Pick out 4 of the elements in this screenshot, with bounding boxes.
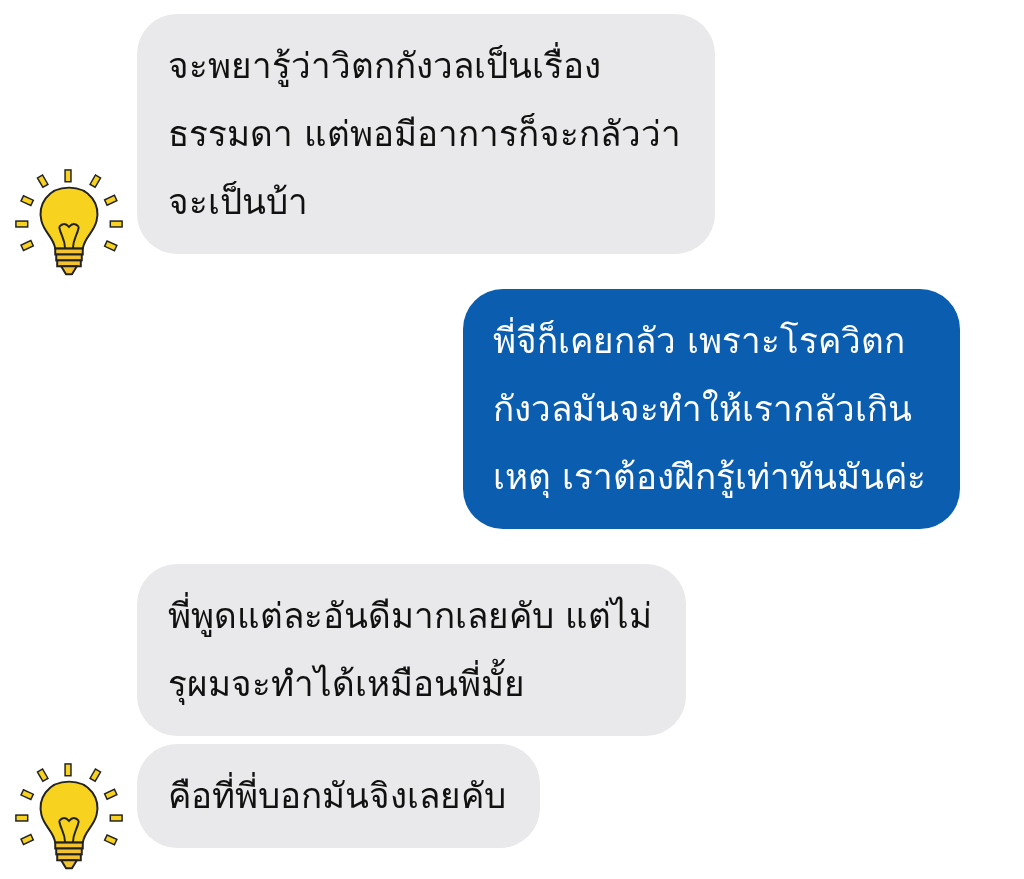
- sent-message: พี่จีก็เคยกลัว เพราะโรควิตก กังวลมันจะทำให้เรากลัวเกิน เหตุ เราต้องฝึกรู้เท่าทันมันค่ะ: [462, 289, 960, 529]
- received-message: คือที่พี่บอกมันจิงเลยคับ: [137, 744, 540, 848]
- received-message: พี่พูดแต่ละอันดีมากเลยคับ แต่ไม่ รุผมจะทำได้เหมือนพี่มั้ย: [137, 564, 687, 736]
- received-message: จะพยารู้ว่าวิตกกังวลเป็นเรื่อง ธรรมดา แต่พอมีอาการก็จะกลัวว่า จะเป็นบ้า: [137, 14, 716, 254]
